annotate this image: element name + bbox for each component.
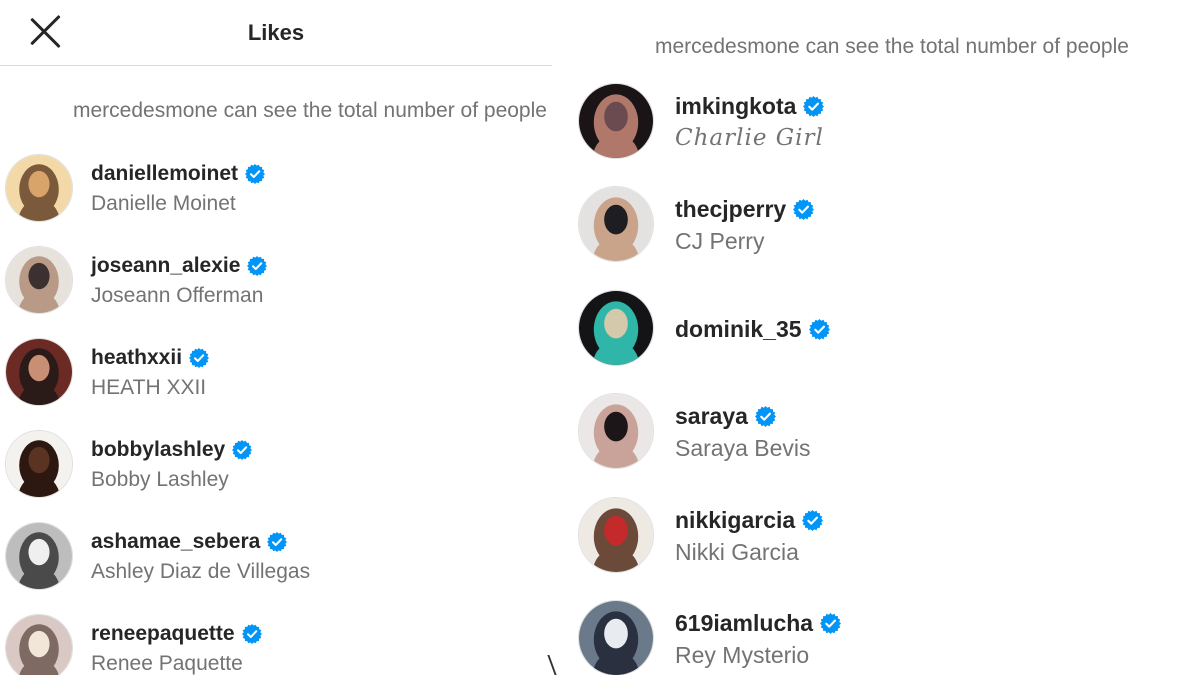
user-row-nikkigarcia[interactable]: nikkigarcia Nikki Garcia — [552, 497, 1200, 577]
full-name: Rey Mysterio — [675, 642, 810, 668]
username[interactable]: ashamae_sebera — [91, 530, 288, 554]
verified-badge-icon — [267, 532, 288, 552]
username-text[interactable]: heathxxii — [91, 346, 182, 370]
avatar[interactable] — [5, 338, 73, 406]
avatar[interactable] — [578, 497, 654, 573]
likes-visibility-notice: mercedesmone can see the total number of… — [655, 35, 1129, 58]
verified-badge-icon — [808, 319, 830, 340]
verified-badge-icon — [232, 440, 253, 460]
verified-badge-icon — [245, 164, 266, 184]
user-row-joseann-alexie[interactable]: joseann_alexie Joseann Offerman — [0, 246, 552, 318]
username-text[interactable]: reneepaquette — [91, 622, 235, 646]
avatar[interactable] — [5, 614, 73, 675]
verified-badge-icon — [803, 96, 825, 117]
avatar[interactable] — [578, 83, 654, 159]
verified-badge-icon — [802, 510, 824, 531]
verified-badge-icon — [241, 624, 262, 644]
username-text[interactable]: nikkigarcia — [675, 507, 795, 534]
full-name: Joseann Offerman — [91, 284, 264, 307]
username[interactable]: thecjperry — [675, 196, 815, 223]
user-row-imkingkota[interactable]: imkingkota Charlie Girl — [552, 83, 1200, 163]
verified-badge-icon — [189, 348, 210, 368]
username[interactable]: reneepaquette — [91, 622, 262, 646]
likes-dialog-left: Likes mercedesmone can see the total num… — [0, 0, 552, 675]
username[interactable]: bobbylashley — [91, 438, 253, 462]
username-text[interactable]: dominik_35 — [675, 316, 802, 343]
avatar[interactable] — [578, 186, 654, 262]
username[interactable]: imkingkota — [675, 93, 825, 120]
username-text[interactable]: saraya — [675, 403, 748, 430]
user-row-ashamae-sebera[interactable]: ashamae_sebera Ashley Diaz de Villegas — [0, 522, 552, 594]
username[interactable]: daniellemoinet — [91, 162, 266, 186]
username-text[interactable]: daniellemoinet — [91, 162, 238, 186]
page-title: Likes — [247, 20, 305, 45]
avatar[interactable] — [5, 430, 73, 498]
full-name: Renee Paquette — [91, 652, 243, 675]
likes-dialog-right: mercedesmone can see the total number of… — [552, 0, 1200, 675]
username[interactable]: nikkigarcia — [675, 507, 824, 534]
full-name: CJ Perry — [675, 228, 765, 254]
username[interactable]: saraya — [675, 403, 776, 430]
avatar[interactable] — [5, 522, 73, 590]
user-row-dominik-35[interactable]: dominik_35 — [552, 290, 1200, 370]
user-row-heathxxii[interactable]: heathxxii HEATH XXII — [0, 338, 552, 410]
verified-badge-icon — [754, 406, 776, 427]
username-text[interactable]: thecjperry — [675, 196, 786, 223]
username[interactable]: joseann_alexie — [91, 254, 268, 278]
avatar[interactable] — [5, 154, 73, 222]
user-row-saraya[interactable]: saraya Saraya Bevis — [552, 393, 1200, 473]
full-name: Danielle Moinet — [91, 192, 236, 215]
avatar[interactable] — [578, 290, 654, 366]
avatar[interactable] — [5, 246, 73, 314]
full-name: Ashley Diaz de Villegas — [91, 560, 311, 583]
likes-visibility-notice: mercedesmone can see the total number of… — [73, 99, 547, 122]
user-row-619iamlucha[interactable]: 619iamlucha Rey Mysterio — [552, 600, 1200, 675]
full-name: Saraya Bevis — [675, 435, 811, 461]
full-name: HEATH XXII — [91, 376, 207, 399]
full-name: Bobby Lashley — [91, 468, 229, 491]
user-row-reneepaquette[interactable]: reneepaquette Renee Paquette — [0, 614, 552, 675]
username[interactable]: heathxxii — [91, 346, 210, 370]
username-text[interactable]: imkingkota — [675, 93, 796, 120]
likes-header: Likes — [0, 0, 552, 66]
username[interactable]: dominik_35 — [675, 316, 830, 343]
user-row-daniellemoinet[interactable]: daniellemoinet Danielle Moinet — [0, 154, 552, 226]
username-text[interactable]: 619iamlucha — [675, 610, 813, 637]
username[interactable]: 619iamlucha — [675, 610, 842, 637]
avatar[interactable] — [578, 600, 654, 675]
user-row-thecjperry[interactable]: thecjperry CJ Perry — [552, 186, 1200, 266]
username-text[interactable]: bobbylashley — [91, 438, 225, 462]
full-name: Charlie Girl — [675, 125, 824, 151]
verified-badge-icon — [247, 256, 268, 276]
full-name: Nikki Garcia — [675, 539, 799, 565]
avatar[interactable] — [578, 393, 654, 469]
verified-badge-icon — [793, 199, 815, 220]
verified-badge-icon — [820, 613, 842, 634]
username-text[interactable]: joseann_alexie — [91, 254, 240, 278]
username-text[interactable]: ashamae_sebera — [91, 530, 260, 554]
user-row-bobbylashley[interactable]: bobbylashley Bobby Lashley — [0, 430, 552, 502]
